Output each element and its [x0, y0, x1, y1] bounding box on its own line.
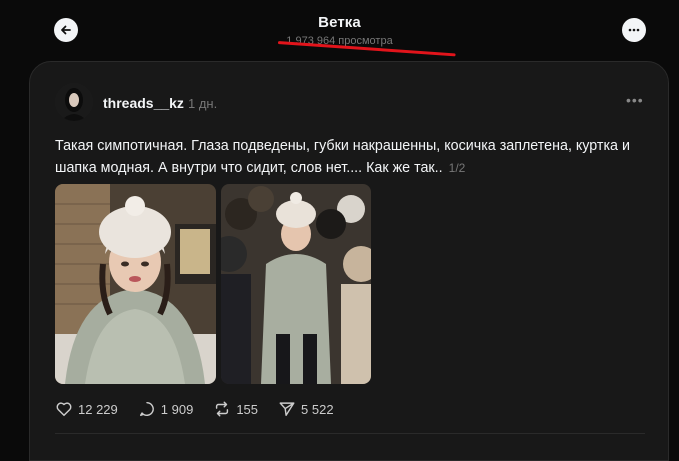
share-button[interactable]: 5 522	[278, 400, 334, 418]
send-icon	[279, 402, 295, 417]
like-count: 12 229	[78, 401, 118, 417]
more-horizontal-icon	[628, 28, 640, 32]
avatar[interactable]	[55, 83, 93, 121]
header: Ветка 1 973 964 просмотра	[0, 0, 679, 60]
avatar-image	[55, 83, 93, 121]
post-time: 1 дн.	[188, 96, 218, 111]
page-title: Ветка	[318, 14, 361, 31]
reply-button[interactable]: 1 909	[138, 400, 194, 418]
post-more-icon[interactable]: •••	[626, 92, 644, 108]
repost-icon	[216, 401, 229, 417]
thread-counter: 1/2	[448, 161, 466, 175]
divider	[55, 433, 645, 434]
repost-button[interactable]: 155	[213, 400, 258, 418]
title-block: Ветка 1 973 964 просмотра	[0, 14, 679, 47]
heart-icon	[56, 402, 72, 417]
action-bar: 12 229 1 909 155 5 522	[55, 400, 354, 418]
post-photo-1[interactable]	[55, 184, 216, 384]
repost-count: 155	[236, 401, 259, 417]
photo-2-image	[221, 184, 371, 384]
share-count: 5 522	[301, 401, 334, 417]
post-card: threads__kz 1 дн. ••• Такая симпотичная.…	[29, 61, 669, 461]
comment-icon	[139, 401, 154, 417]
reply-count: 1 909	[160, 401, 194, 417]
more-button[interactable]	[622, 18, 646, 42]
post-body: Такая симпотичная. Глаза подведены, губк…	[55, 138, 630, 176]
post-photo-2[interactable]	[221, 184, 371, 384]
post-text: Такая симпотичная. Глаза подведены, губк…	[55, 135, 655, 179]
photo-1-image	[55, 184, 216, 384]
username[interactable]: threads__kz	[103, 95, 184, 111]
like-button[interactable]: 12 229	[55, 400, 118, 418]
